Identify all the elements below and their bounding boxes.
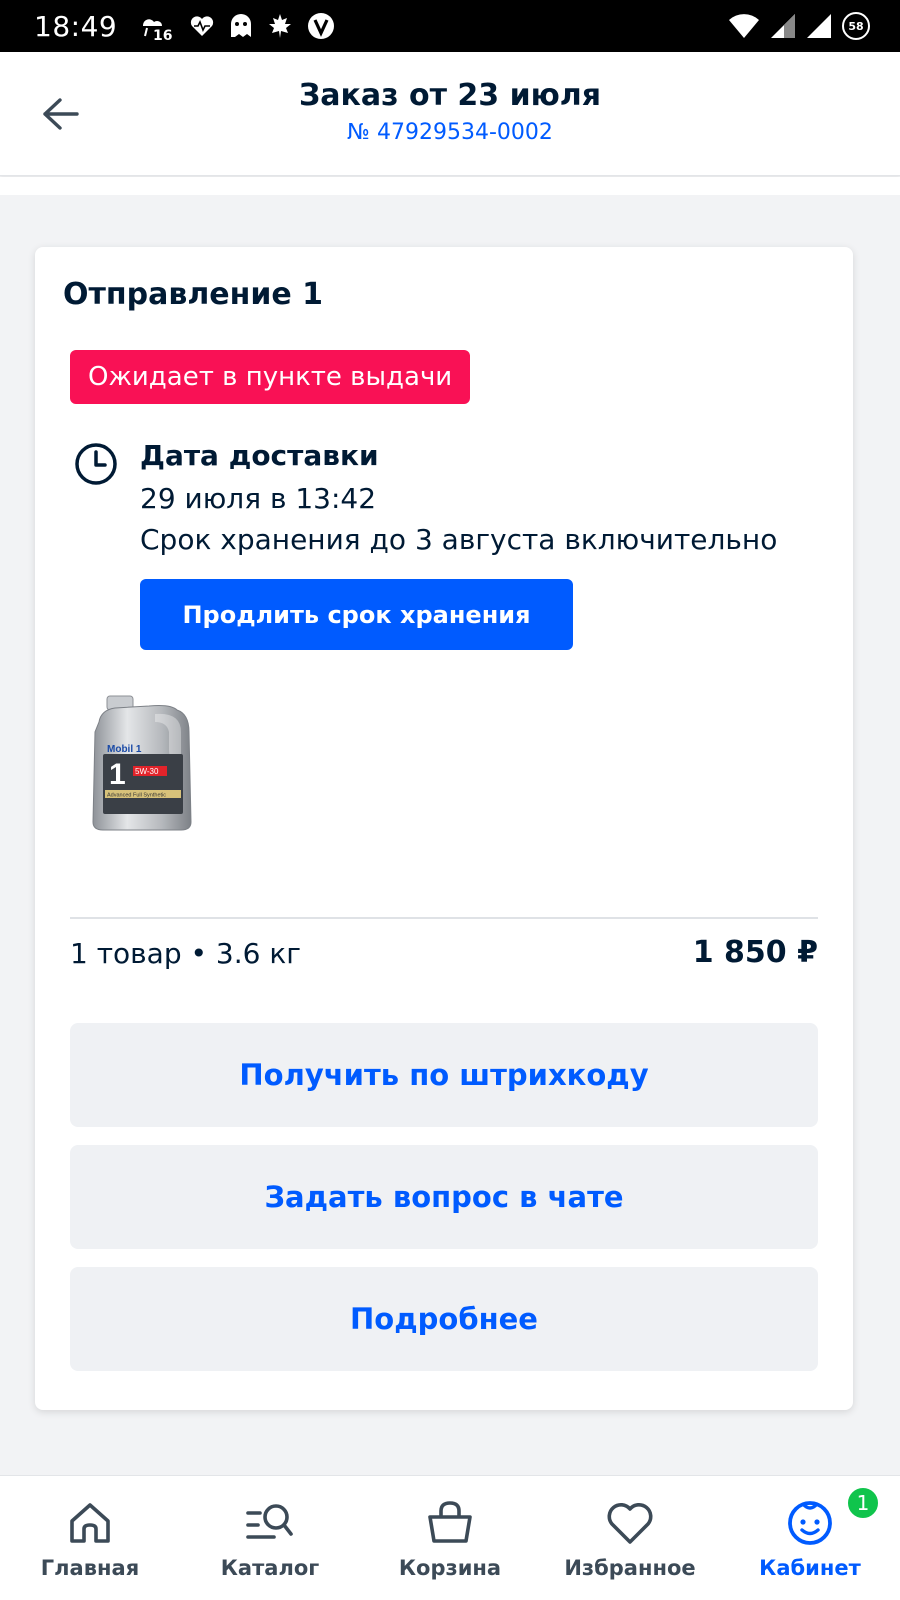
ghost-icon [229, 13, 253, 39]
nav-label-profile: Кабинет [759, 1556, 861, 1580]
system-status-bar: 18:49 16 58 [0, 0, 900, 52]
wifi-icon [728, 13, 760, 39]
signal-icon [806, 13, 832, 39]
nav-item-profile[interactable]: Кабинет 1 [720, 1476, 900, 1600]
svg-text:1: 1 [109, 758, 126, 791]
maple-leaf-icon [267, 13, 293, 39]
status-badge: Ожидает в пункте выдачи [70, 350, 471, 404]
heart-icon [603, 1496, 657, 1550]
bottom-navigation: Главная Каталог Корзина Избранное Кабине… [0, 1475, 900, 1600]
nav-label-cart: Корзина [398, 1556, 502, 1580]
delivery-date-label: Дата доставки [140, 439, 379, 472]
system-icons: 58 [728, 12, 870, 40]
product-brand-text: Mobil 1 [107, 744, 142, 755]
shipment-title: Отправление 1 [63, 277, 324, 312]
nav-item-favorites[interactable]: Избранное [540, 1476, 720, 1600]
nav-label-home: Главная [40, 1556, 140, 1580]
order-number: № 47929534-0002 [347, 120, 553, 145]
product-subtitle: Advanced Full Synthetic [107, 793, 166, 799]
clock-icon [75, 443, 117, 485]
nav-item-cart[interactable]: Корзина [360, 1476, 540, 1600]
items-summary: 1 товар • 3.6 кг [70, 937, 301, 970]
health-icon [189, 14, 215, 38]
nav-item-catalog[interactable]: Каталог [180, 1476, 360, 1600]
more-details-button[interactable]: Подробнее [70, 1267, 818, 1371]
app-header: Заказ от 23 июля № 47929534-0002 [0, 52, 900, 176]
basket-icon [423, 1496, 477, 1550]
battery-icon: 58 [842, 12, 870, 40]
profile-smile-icon [783, 1496, 837, 1550]
nav-label-catalog: Каталог [220, 1556, 320, 1580]
status-time: 18:49 [34, 9, 118, 43]
extend-storage-button[interactable]: Продлить срок хранения [140, 579, 573, 650]
storage-deadline: Срок хранения до 3 августа включительно [140, 523, 778, 556]
v-app-icon [307, 12, 335, 40]
total-price: 1 850 ₽ [692, 935, 818, 970]
shipment-card: Отправление 1 Ожидает в пункте выдачи Да… [35, 247, 853, 1410]
svg-text:16: 16 [153, 28, 172, 41]
catalog-search-icon [243, 1496, 297, 1550]
notification-badge: 1 [846, 1486, 880, 1520]
signal-icon [770, 13, 796, 39]
product-image[interactable]: Mobil 1 1 5W-30 Advanced Full Synthetic [85, 692, 201, 834]
nav-label-favorites: Избранное [564, 1556, 696, 1580]
product-viscosity: 5W-30 [135, 767, 159, 776]
delivery-date-value: 29 июля в 13:42 [140, 482, 377, 515]
divider [70, 917, 818, 919]
notification-icons: 16 [135, 11, 335, 41]
page-title: Заказ от 23 июля [298, 78, 602, 113]
ask-in-chat-button[interactable]: Задать вопрос в чате [70, 1145, 818, 1249]
get-by-barcode-button[interactable]: Получить по штрихкоду [70, 1023, 818, 1127]
weather-icon: 16 [135, 11, 175, 41]
header-spacer [0, 177, 900, 195]
nav-item-home[interactable]: Главная [0, 1476, 180, 1600]
home-icon [63, 1496, 117, 1550]
